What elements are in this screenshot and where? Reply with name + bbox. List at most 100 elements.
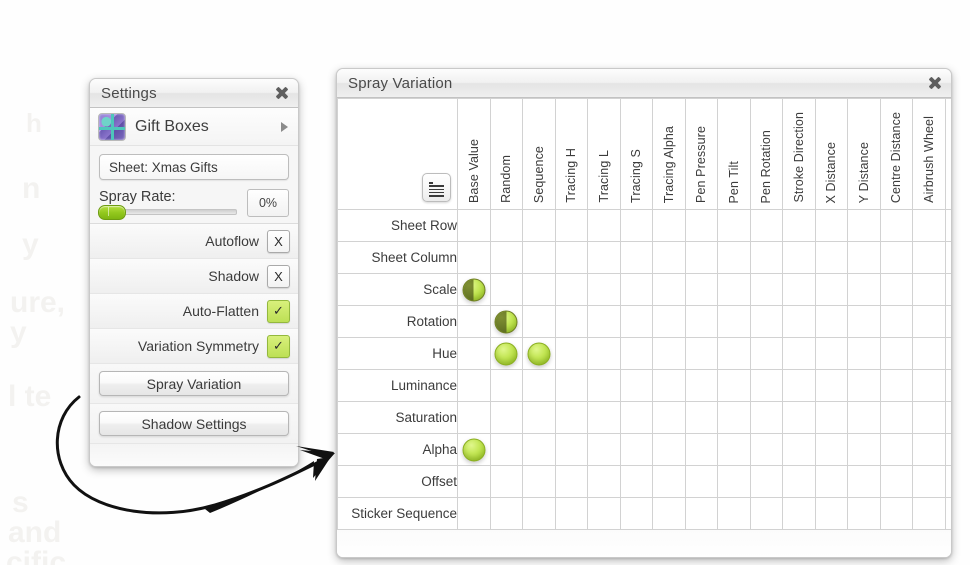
spray-rate-slider[interactable] <box>98 205 237 220</box>
variation-cell[interactable] <box>749 401 783 434</box>
variation-cell[interactable] <box>652 369 686 402</box>
variation-cell[interactable] <box>652 497 686 530</box>
variation-cell[interactable] <box>879 241 913 274</box>
variation-cell[interactable] <box>879 497 913 530</box>
variation-cell[interactable] <box>587 465 621 498</box>
variation-cell[interactable] <box>879 465 913 498</box>
variation-cell[interactable] <box>587 273 621 306</box>
variation-cell[interactable] <box>457 241 491 274</box>
variation-cell[interactable] <box>522 241 556 274</box>
variation-cell[interactable] <box>652 433 686 466</box>
column-header[interactable]: X Distance <box>814 98 848 210</box>
variation-marker-half[interactable] <box>494 310 518 333</box>
variation-cell[interactable] <box>879 337 913 370</box>
variation-cell[interactable] <box>684 337 718 370</box>
toggle-row-shadow[interactable]: Shadow X <box>90 259 298 294</box>
variation-cell[interactable] <box>814 273 848 306</box>
variation-cell[interactable] <box>522 305 556 338</box>
variation-marker-full[interactable] <box>527 342 551 365</box>
variation-cell[interactable] <box>717 465 751 498</box>
variation-cell[interactable] <box>684 273 718 306</box>
variation-cell[interactable] <box>457 401 491 434</box>
variation-cell[interactable] <box>944 209 951 242</box>
variation-cell[interactable] <box>782 497 816 530</box>
variation-cell[interactable] <box>554 305 588 338</box>
variation-cell[interactable] <box>684 241 718 274</box>
toggle-row-autoflow[interactable]: Autoflow X <box>90 224 298 259</box>
variation-cell[interactable] <box>489 241 523 274</box>
variation-cell[interactable] <box>522 433 556 466</box>
column-header[interactable]: Pen Pressure <box>684 98 718 210</box>
variation-cell[interactable] <box>879 369 913 402</box>
triangle-right-icon[interactable] <box>281 121 288 132</box>
variation-cell[interactable] <box>814 241 848 274</box>
variation-cell[interactable] <box>944 305 951 338</box>
variation-cell[interactable] <box>717 369 751 402</box>
variation-cell[interactable] <box>814 305 848 338</box>
variation-cell[interactable] <box>879 273 913 306</box>
variation-cell[interactable] <box>879 209 913 242</box>
variation-cell[interactable] <box>522 209 556 242</box>
variation-cell[interactable] <box>652 241 686 274</box>
variation-cell[interactable] <box>944 273 951 306</box>
variation-cell[interactable] <box>652 273 686 306</box>
variation-cell[interactable] <box>814 401 848 434</box>
toggle-checkbox-variation-symmetry[interactable]: ✓ <box>267 334 290 358</box>
variation-cell[interactable] <box>717 209 751 242</box>
variation-cell[interactable] <box>847 305 881 338</box>
variation-cell[interactable] <box>457 465 491 498</box>
variation-cell[interactable] <box>814 433 848 466</box>
variation-cell[interactable] <box>847 209 881 242</box>
variation-cell[interactable] <box>554 337 588 370</box>
column-header[interactable]: Pen Tilt <box>717 98 751 210</box>
column-header[interactable]: Tracing Alpha <box>652 98 686 210</box>
variation-cell[interactable] <box>587 433 621 466</box>
variation-cell[interactable] <box>457 497 491 530</box>
variation-cell[interactable] <box>554 433 588 466</box>
variation-cell[interactable] <box>684 209 718 242</box>
variation-cell[interactable] <box>717 305 751 338</box>
variation-marker-full[interactable] <box>462 438 486 461</box>
variation-cell[interactable] <box>782 433 816 466</box>
variation-cell[interactable] <box>717 241 751 274</box>
variation-cell[interactable] <box>619 465 653 498</box>
toggle-checkbox-auto-flatten[interactable]: ✓ <box>267 299 290 323</box>
variation-cell[interactable] <box>489 497 523 530</box>
variation-cell[interactable] <box>587 497 621 530</box>
preset-row-gift-boxes[interactable]: Gift Boxes <box>90 108 298 146</box>
variation-cell[interactable] <box>749 241 783 274</box>
variation-cell[interactable] <box>522 273 556 306</box>
variation-cell[interactable] <box>879 305 913 338</box>
variation-cell[interactable] <box>522 369 556 402</box>
variation-cell[interactable] <box>782 273 816 306</box>
variation-cell[interactable] <box>749 369 783 402</box>
column-header[interactable]: Centre Distance <box>879 98 913 210</box>
variation-cell[interactable] <box>652 337 686 370</box>
variation-cell[interactable] <box>782 305 816 338</box>
variation-cell[interactable] <box>652 209 686 242</box>
variation-cell[interactable] <box>847 497 881 530</box>
variation-cell[interactable] <box>749 497 783 530</box>
variation-cell[interactable] <box>717 433 751 466</box>
variation-marker-full[interactable] <box>494 342 518 365</box>
variation-cell[interactable] <box>879 433 913 466</box>
variation-cell[interactable] <box>717 401 751 434</box>
variation-cell[interactable] <box>847 401 881 434</box>
variation-cell[interactable] <box>619 433 653 466</box>
shadow-settings-button[interactable]: Shadow Settings <box>99 411 289 436</box>
variation-cell[interactable] <box>847 273 881 306</box>
variation-cell[interactable] <box>814 337 848 370</box>
variation-cell[interactable] <box>587 369 621 402</box>
variation-cell[interactable] <box>912 337 946 370</box>
column-header[interactable]: Airbrush Wheel <box>912 98 946 210</box>
column-header[interactable]: Pen Rotation <box>749 98 783 210</box>
variation-cell[interactable] <box>814 497 848 530</box>
variation-cell[interactable] <box>489 369 523 402</box>
close-icon[interactable] <box>927 75 943 91</box>
column-header[interactable]: Tracing S <box>619 98 653 210</box>
variation-cell[interactable] <box>619 497 653 530</box>
variation-cell[interactable] <box>847 369 881 402</box>
toggle-row-auto-flatten[interactable]: Auto-Flatten ✓ <box>90 294 298 329</box>
variation-cell[interactable] <box>944 465 951 498</box>
variation-cell[interactable] <box>587 305 621 338</box>
